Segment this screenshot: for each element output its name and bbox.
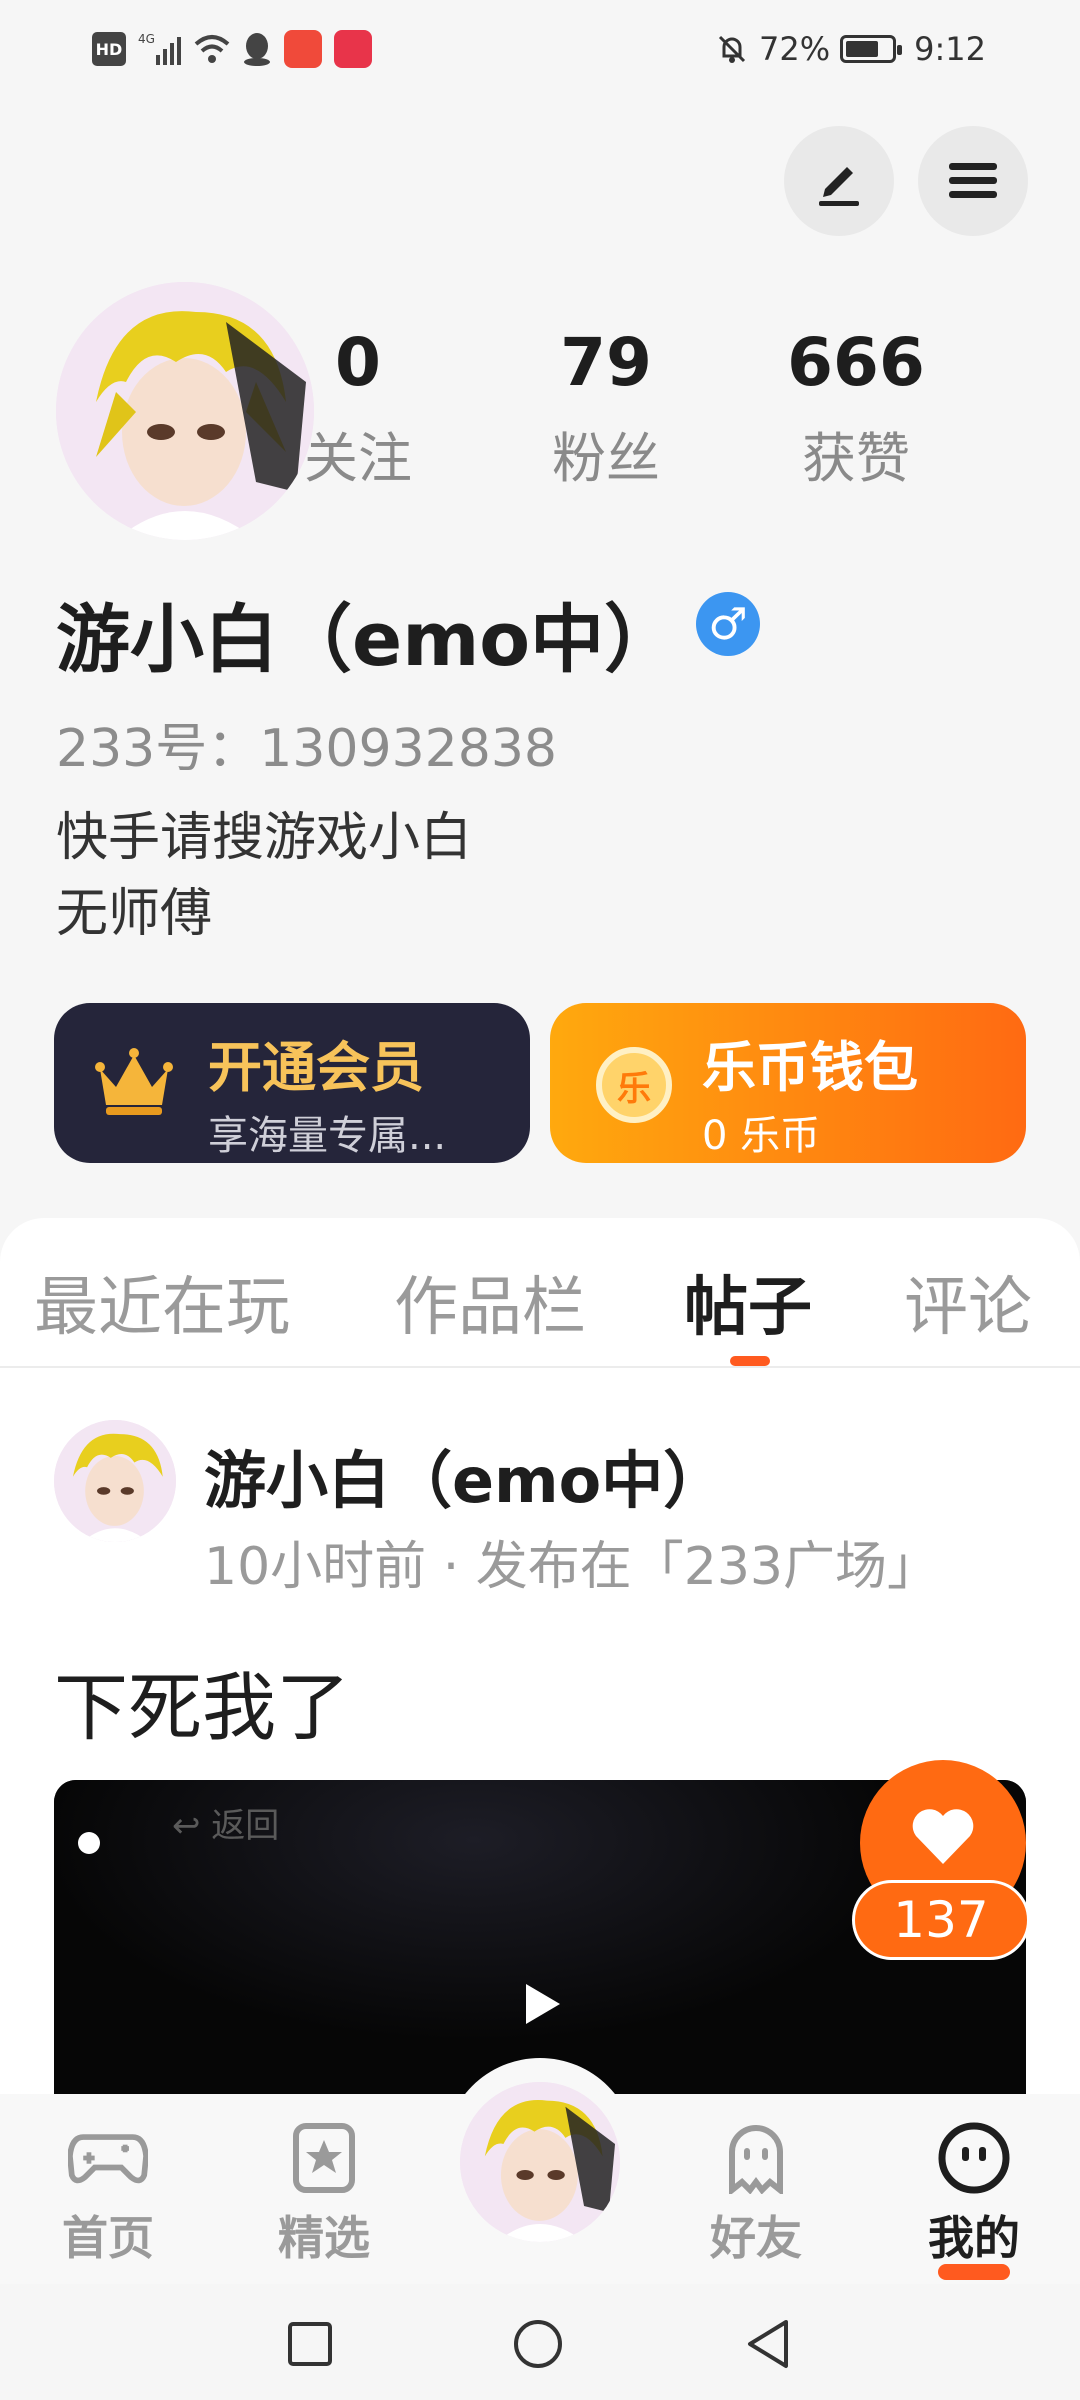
status-left-icons: HD 4G — [92, 30, 372, 68]
likes-count: 666 — [787, 324, 925, 401]
battery-icon — [840, 35, 903, 63]
nav-featured-label: 精选 — [278, 2211, 370, 2265]
post-author-name[interactable]: 游小白（emo中） — [204, 1430, 725, 1520]
nav-me[interactable]: 我的 — [894, 2118, 1054, 2268]
nav-center-avatar[interactable] — [460, 2082, 620, 2242]
likes-label: 获赞 — [802, 427, 910, 490]
nav-me-label: 我的 — [928, 2211, 1020, 2265]
nav-home-label: 首页 — [62, 2211, 154, 2265]
smile-face-icon — [934, 2118, 1014, 2198]
following-label: 关注 — [304, 427, 412, 490]
recent-apps-button[interactable] — [284, 2318, 336, 2370]
svg-text:4G: 4G — [138, 32, 155, 46]
video-indicator-dot — [78, 1832, 100, 1854]
gamepad-icon — [68, 2118, 148, 2198]
nav-active-indicator — [938, 2264, 1010, 2280]
anime-avatar-image — [460, 2082, 620, 2242]
post-meta: 10小时前 · 发布在「233广场」 — [204, 1537, 940, 1597]
user-bio: 快手请搜游戏小白 无师傅 — [56, 800, 472, 952]
tab-divider — [0, 1366, 1080, 1368]
coin-icon: 乐 — [596, 1047, 672, 1123]
user-id[interactable]: 233号：130932838 — [56, 706, 557, 781]
app-notification-icon — [284, 30, 322, 68]
pencil-icon — [819, 167, 859, 206]
wallet-subtitle: 0 乐币 — [702, 1113, 821, 1159]
clock: 9:12 — [914, 30, 986, 68]
post-text: 下死我了 — [54, 1665, 350, 1751]
mute-bell-icon — [715, 31, 749, 67]
nav-featured[interactable]: 精选 — [244, 2118, 404, 2268]
tab-comments[interactable]: 评论 — [904, 1256, 1032, 1348]
anime-avatar-image — [54, 1420, 176, 1542]
tab-recently-played[interactable]: 最近在玩 — [34, 1256, 290, 1348]
play-icon[interactable] — [512, 1976, 568, 2032]
video-back-text: 返回 — [211, 1806, 280, 1846]
fans-label: 粉丝 — [552, 427, 660, 490]
triangle-back-icon — [748, 2320, 788, 2368]
crown-icon — [95, 1048, 173, 1115]
user-name: 游小白（emo中） — [56, 597, 679, 683]
nav-friends[interactable]: 好友 — [676, 2118, 836, 2268]
member-subtitle: 享海量专属... — [208, 1113, 447, 1159]
edit-profile-button[interactable] — [784, 126, 894, 236]
hamburger-icon — [949, 163, 997, 198]
active-tab-indicator — [730, 1356, 770, 1366]
video-back-label: ↩ 返回 — [172, 1798, 279, 1847]
back-button[interactable] — [742, 2318, 794, 2370]
ghost-icon — [716, 2118, 796, 2198]
like-count: 137 — [852, 1880, 1030, 1960]
qq-icon — [242, 31, 272, 67]
battery-level — [846, 41, 878, 57]
male-gender-icon: ♂ — [696, 592, 760, 656]
star-card-icon — [284, 2118, 364, 2198]
wallet-card[interactable]: 乐 乐币钱包 0 乐币 — [550, 1003, 1026, 1163]
bio-line: 无师傅 — [56, 884, 213, 944]
bio-line: 快手请搜游戏小白 — [56, 808, 473, 868]
back-arrow-icon: ↩ — [172, 1806, 212, 1846]
hd-icon: HD — [92, 32, 126, 66]
following-count: 0 — [335, 324, 381, 401]
huawei-notification-icon — [334, 30, 372, 68]
status-right-icons: 72% 9:12 — [715, 30, 986, 68]
fans-count: 79 — [560, 324, 652, 401]
menu-button[interactable] — [918, 126, 1028, 236]
battery-percent: 72% — [759, 30, 831, 68]
signal-icon: 4G — [138, 31, 182, 67]
member-card[interactable]: 开通会员 享海量专属... — [54, 1003, 530, 1163]
post-author-avatar[interactable] — [54, 1420, 176, 1542]
stat-fans[interactable]: 79 粉丝 — [516, 330, 696, 493]
home-button[interactable] — [512, 2318, 564, 2370]
square-icon — [288, 2322, 332, 2366]
status-bar: HD 4G 72% 9:12 — [0, 0, 1080, 105]
tab-works[interactable]: 作品栏 — [394, 1256, 586, 1348]
nav-home[interactable]: 首页 — [28, 2118, 188, 2268]
wifi-icon — [194, 31, 230, 67]
circle-icon — [514, 2320, 562, 2368]
wallet-title: 乐币钱包 — [702, 1036, 918, 1099]
stat-following[interactable]: 0 关注 — [268, 330, 448, 493]
nav-friends-label: 好友 — [710, 2211, 802, 2265]
heart-icon — [912, 1809, 974, 1864]
member-title: 开通会员 — [208, 1036, 424, 1099]
tab-posts[interactable]: 帖子 — [684, 1256, 812, 1348]
stat-likes[interactable]: 666 获赞 — [766, 330, 946, 493]
